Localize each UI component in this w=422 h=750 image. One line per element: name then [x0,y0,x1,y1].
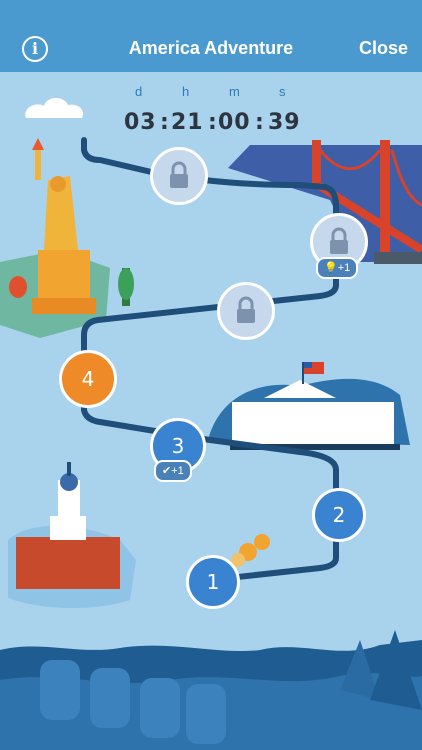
hint-badge: 💡+1 [316,257,359,279]
timer-separator: : [255,110,265,135]
checkmark-icon: ✔ [162,465,172,477]
statue-of-liberty-illustration [0,138,134,338]
level-path [81,137,339,583]
independence-hall-illustration [8,462,136,609]
timer-separator: : [160,110,170,135]
level-node-locked[interactable] [217,282,275,340]
timer-label-hours: h [182,84,190,99]
level-node-4[interactable]: 4 [59,350,117,408]
mount-rushmore-illustration [0,630,422,750]
level-number: 1 [206,570,220,594]
timer-label-days: d [135,84,143,99]
hint-badge-text: +1 [337,262,351,274]
timer-label-seconds: s [279,84,286,99]
level-number: 4 [81,367,95,391]
cloud-illustration [25,97,84,118]
timer-separator: : [208,110,218,135]
timer-minutes: 00 [218,110,251,135]
header-bar: i America Adventure Close [0,0,422,72]
lightbulb-icon: 💡 [324,262,338,274]
level-node-2[interactable]: 2 [312,488,366,542]
autumn-tree-illustration [231,534,270,567]
white-house-illustration [208,362,410,450]
lock-icon [170,161,188,188]
level-node-locked[interactable] [150,147,208,205]
level-number: 2 [332,503,346,527]
lock-icon [237,296,255,323]
timer-days: 03 [124,110,157,135]
completed-badge: ✔+1 [154,460,192,482]
timer-label-minutes: m [229,84,240,99]
completed-badge-text: +1 [171,465,184,477]
level-number: 3 [171,434,185,458]
close-button[interactable]: Close [359,38,408,59]
timer-hours: 21 [171,110,204,135]
timer-seconds: 39 [268,110,301,135]
game-map: i America Adventure Close d h m s 03 : 2… [0,0,422,750]
level-node-1[interactable]: 1 [186,555,240,609]
